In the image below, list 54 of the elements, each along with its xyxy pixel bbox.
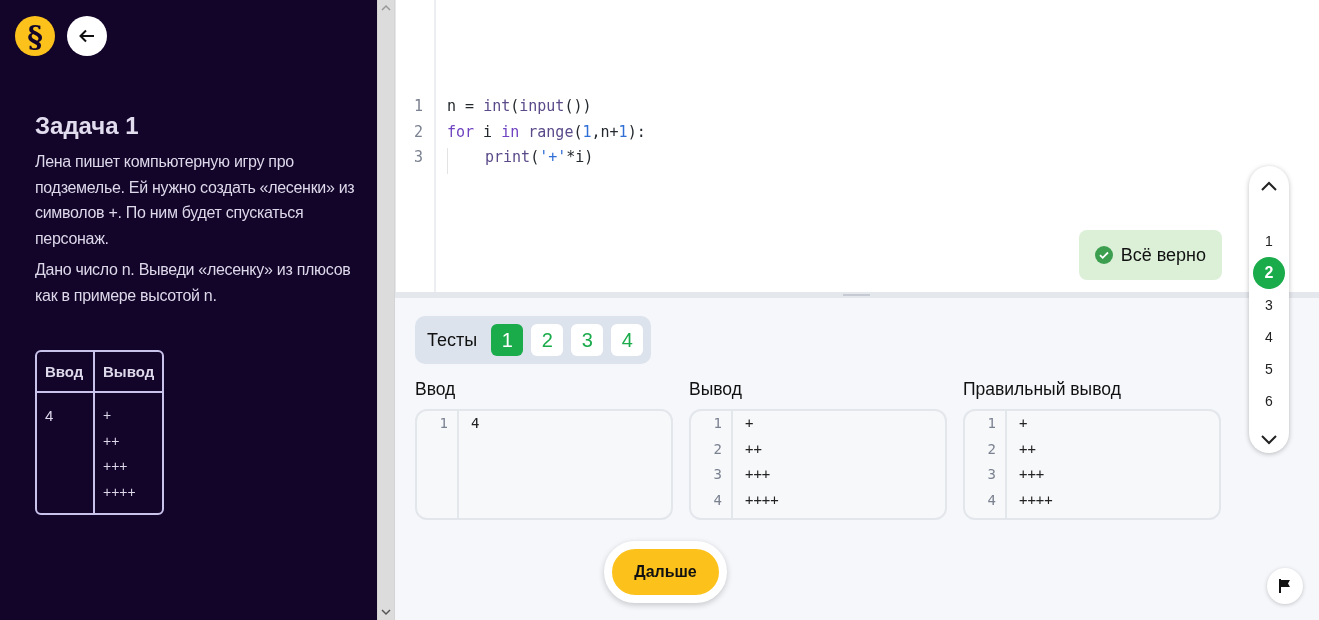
output-line: ++++ <box>103 482 137 502</box>
task-number[interactable]: 5 <box>1253 353 1285 385</box>
table-header: Ввод <box>37 352 95 393</box>
tests-label: Тесты <box>427 329 478 351</box>
task-title: Задача 1 <box>35 112 140 140</box>
line-number: 4 <box>712 491 723 510</box>
output-line: +++ <box>103 457 129 476</box>
table-header: Вывод <box>95 352 163 393</box>
statement-paragraph: Дано число n. Выведи «лесенку» из плюсов как в примере высотой n. <box>35 260 352 306</box>
code-line: n = int(input()) <box>447 97 593 117</box>
code-line: print('+'*i) <box>447 148 646 174</box>
output-line: + <box>103 406 113 425</box>
output-line: + <box>1019 415 1029 433</box>
line-number: 2 <box>986 440 997 459</box>
next-button[interactable]: Дальше <box>604 541 727 603</box>
output-line: ++ <box>103 431 121 451</box>
code-line: for i in range(1,n+1): <box>447 122 646 143</box>
chevron-down-icon <box>1261 434 1277 445</box>
line-number: 3 <box>412 148 424 168</box>
panel-title: Ввод <box>415 379 457 400</box>
panel-title: Вывод <box>689 379 743 400</box>
panel-title: Правильный вывод <box>963 379 1122 400</box>
output-line: ++ <box>745 440 763 459</box>
back-button[interactable] <box>67 16 107 56</box>
table-cell: 4 <box>37 393 95 513</box>
line-number: 2 <box>712 440 723 459</box>
line-number: 2 <box>412 122 424 143</box>
check-circle-icon <box>1094 246 1113 264</box>
chevron-up-icon <box>1261 180 1277 191</box>
line-number: 4 <box>986 491 997 510</box>
output-line: ++++ <box>745 491 779 510</box>
line-number: 1 <box>438 415 449 433</box>
output-line: 4 <box>471 415 480 433</box>
logo[interactable]: § <box>15 16 55 56</box>
output-line: ++ <box>1019 440 1037 459</box>
output-line: ++++ <box>1019 491 1053 510</box>
task-number[interactable]: 4 <box>1253 321 1285 353</box>
scrollbar[interactable] <box>377 0 395 620</box>
statement-paragraph: Лена пишет компьютерную игру про подземелье. Ей нужно создать «лесенки» из символов +. По ним будет спускаться персонаж. <box>35 152 356 249</box>
report-button[interactable] <box>1267 568 1303 604</box>
task-number[interactable]: 3 <box>1253 289 1285 321</box>
line-number: 1 <box>412 97 424 117</box>
task-number[interactable]: 6 <box>1253 385 1285 417</box>
arrow-left-icon <box>79 29 95 43</box>
task-number[interactable]: 1 <box>1253 225 1285 257</box>
output-line: +++ <box>1019 466 1046 484</box>
output-line: + <box>745 415 755 433</box>
flag-icon <box>1279 579 1291 593</box>
status-text: Всё верно <box>1120 244 1206 266</box>
line-number: 1 <box>712 415 723 433</box>
line-number: 1 <box>986 415 997 433</box>
line-number: 3 <box>986 466 997 484</box>
output-line: +++ <box>745 466 772 484</box>
line-number: 3 <box>712 466 723 484</box>
